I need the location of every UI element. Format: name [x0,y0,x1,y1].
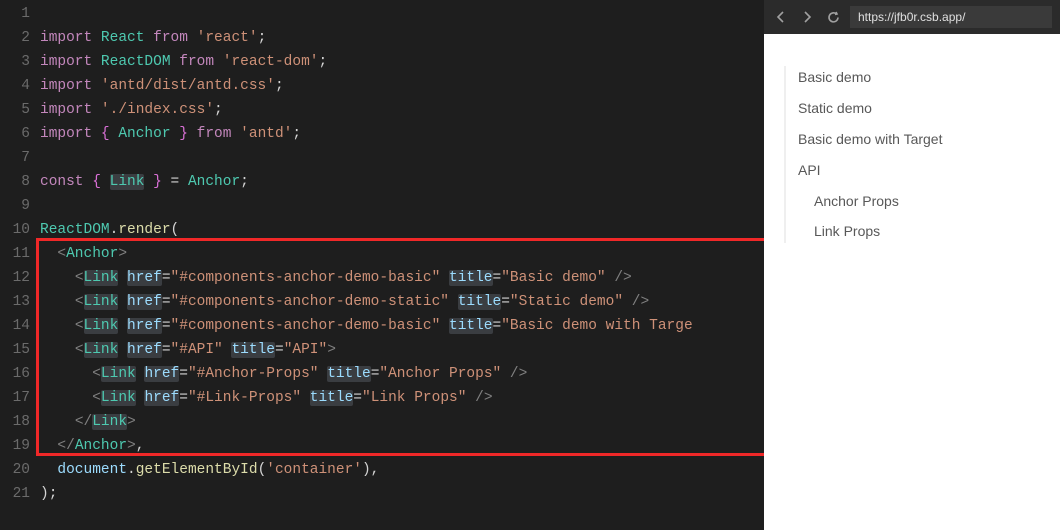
code-line[interactable]: import React from 'react'; [40,26,764,50]
url-text: https://jfb0r.csb.app/ [858,10,965,24]
code-line[interactable]: </Anchor>, [40,434,764,458]
nav-forward-button[interactable] [798,8,816,26]
code-line[interactable]: <Anchor> [40,242,764,266]
anchor-link[interactable]: Basic demo [798,62,1060,93]
code-line[interactable]: import './index.css'; [40,98,764,122]
browser-bar: https://jfb0r.csb.app/ [764,0,1060,34]
anchor-link[interactable]: Basic demo with Target [798,124,1060,155]
code-line[interactable]: import { Anchor } from 'antd'; [40,122,764,146]
url-bar[interactable]: https://jfb0r.csb.app/ [850,6,1052,28]
code-line[interactable]: <Link href="#components-anchor-demo-stat… [40,290,764,314]
code-line[interactable] [40,194,764,218]
code-line[interactable]: ); [40,482,764,506]
anchor-link[interactable]: Anchor Props [798,186,1060,217]
anchor-component: Basic demoStatic demoBasic demo with Tar… [784,62,1060,247]
line-gutter: 123456789101112131415161718192021 [0,0,30,506]
preview-document: Basic demoStatic demoBasic demo with Tar… [764,34,1060,530]
anchor-link[interactable]: Link Props [798,216,1060,247]
code-line[interactable]: <Link href="#components-anchor-demo-basi… [40,314,764,338]
anchor-link[interactable]: Static demo [798,93,1060,124]
code-area[interactable]: import React from 'react';import ReactDO… [40,0,764,506]
code-line[interactable] [40,2,764,26]
code-line[interactable]: import ReactDOM from 'react-dom'; [40,50,764,74]
code-line[interactable]: <Link href="#Link-Props" title="Link Pro… [40,386,764,410]
code-line[interactable]: <Link href="#Anchor-Props" title="Anchor… [40,362,764,386]
reload-button[interactable] [824,8,842,26]
code-line[interactable]: <Link href="#components-anchor-demo-basi… [40,266,764,290]
code-line[interactable]: <Link href="#API" title="API"> [40,338,764,362]
code-line[interactable]: ReactDOM.render( [40,218,764,242]
code-line[interactable]: </Link> [40,410,764,434]
nav-back-button[interactable] [772,8,790,26]
code-line[interactable] [40,146,764,170]
code-line[interactable]: const { Link } = Anchor; [40,170,764,194]
code-line[interactable]: import 'antd/dist/antd.css'; [40,74,764,98]
anchor-link[interactable]: API [798,155,1060,186]
code-line[interactable]: document.getElementById('container'), [40,458,764,482]
code-editor[interactable]: 123456789101112131415161718192021 import… [0,0,764,530]
preview-pane: https://jfb0r.csb.app/ Basic demoStatic … [764,0,1060,530]
